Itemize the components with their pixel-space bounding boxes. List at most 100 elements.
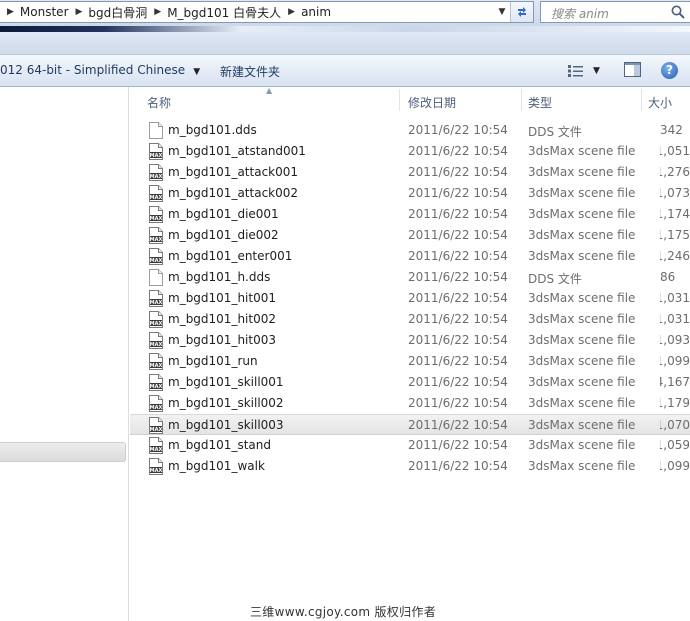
refresh-icon: [518, 7, 526, 17]
chevron-right-icon[interactable]: ▶: [288, 7, 295, 17]
glass-frame: [0, 32, 690, 54]
dds-file-icon: [149, 269, 163, 286]
nav-selected-item[interactable]: [0, 442, 126, 462]
file-type: 3dsMax scene file: [528, 207, 636, 221]
max-file-icon: MAX: [149, 206, 163, 223]
file-name: m_bgd101_stand: [168, 438, 271, 452]
svg-text:MAX: MAX: [150, 174, 163, 180]
breadcrumb-item[interactable]: M_bgd101 白骨夫人: [167, 4, 281, 21]
view-options-icon: [568, 65, 583, 77]
preview-pane-icon: [624, 62, 641, 77]
column-divider[interactable]: [641, 89, 642, 111]
file-row[interactable]: m_bgd101.dds 2011/6/22 10:54 DDS 文件 342: [130, 120, 690, 141]
file-name: m_bgd101.dds: [168, 123, 257, 137]
file-type: 3dsMax scene file: [528, 375, 636, 389]
file-size: 86: [660, 270, 676, 284]
file-row[interactable]: MAX m_bgd101_hit003 2011/6/22 10:54 3dsMax …: [130, 330, 690, 351]
refresh-button[interactable]: [510, 2, 533, 22]
svg-text:MAX: MAX: [150, 363, 163, 369]
file-date: 2011/6/22 10:54: [408, 123, 508, 137]
search-input[interactable]: 搜索 anim: [540, 1, 690, 23]
search-icon[interactable]: [670, 4, 686, 20]
file-name: m_bgd101_die001: [168, 207, 279, 221]
svg-text:MAX: MAX: [150, 447, 163, 453]
file-type: DDS 文件: [528, 272, 582, 286]
file-size: 4,167: [660, 375, 690, 389]
file-row[interactable]: m_bgd101_h.dds 2011/6/22 10:54 DDS 文件 86: [130, 267, 690, 288]
max-file-icon: MAX: [149, 332, 163, 349]
max-file-icon: MAX: [149, 185, 163, 202]
file-row[interactable]: MAX m_bgd101_skill002 2011/6/22 10:54 3dsMa…: [130, 393, 690, 414]
file-size: 1,174: [660, 207, 690, 221]
breadcrumb-item[interactable]: bgd白骨洞: [88, 4, 147, 21]
search-placeholder: 搜索 anim: [551, 7, 609, 21]
column-date[interactable]: 修改日期: [408, 94, 456, 111]
svg-text:MAX: MAX: [150, 468, 163, 474]
column-header: ▲ 名称 修改日期 类型 大小: [130, 86, 690, 112]
file-row[interactable]: MAX m_bgd101_run 2011/6/22 10:54 3dsMax sce…: [130, 351, 690, 372]
file-date: 2011/6/22 10:54: [408, 459, 508, 473]
file-row[interactable]: MAX m_bgd101_skill003 2011/6/22 10:54 3dsMa…: [130, 414, 690, 435]
max-file-icon: MAX: [149, 458, 163, 475]
file-row[interactable]: MAX m_bgd101_die002 2011/6/22 10:54 3dsMax …: [130, 225, 690, 246]
file-name: m_bgd101_walk: [168, 459, 265, 473]
file-name: m_bgd101_h.dds: [168, 270, 271, 284]
file-type: DDS 文件: [528, 125, 582, 139]
sort-up-icon: ▲: [266, 86, 273, 95]
max-file-icon: MAX: [149, 164, 163, 181]
navigation-pane[interactable]: [0, 87, 129, 621]
breadcrumb-item[interactable]: Monster: [20, 5, 69, 19]
file-name: m_bgd101_attack001: [168, 165, 299, 179]
chevron-right-icon[interactable]: ▶: [154, 7, 161, 17]
file-row[interactable]: MAX m_bgd101_attack002 2011/6/22 10:54 3dsM…: [130, 183, 690, 204]
breadcrumb-item[interactable]: anim: [301, 5, 331, 19]
file-row[interactable]: MAX m_bgd101_enter001 2011/6/22 10:54 3dsMa…: [130, 246, 690, 267]
address-bar: ▶ Monster ▶ bgd白骨洞 ▶ M_bgd101 白骨夫人 ▶ ani…: [0, 0, 690, 26]
column-divider[interactable]: [521, 89, 522, 111]
file-date: 2011/6/22 10:54: [408, 312, 508, 326]
file-row[interactable]: MAX m_bgd101_hit001 2011/6/22 10:54 3dsMax …: [130, 288, 690, 309]
file-date: 2011/6/22 10:54: [408, 291, 508, 305]
file-row[interactable]: MAX m_bgd101_hit002 2011/6/22 10:54 3dsMax …: [130, 309, 690, 330]
column-name[interactable]: 名称: [147, 94, 171, 111]
watermark: 三维www.cgjoy.com 版权归作者: [250, 605, 436, 619]
help-button[interactable]: ?: [661, 62, 678, 79]
file-date: 2011/6/22 10:54: [408, 418, 508, 432]
file-row[interactable]: MAX m_bgd101_atstand001 2011/6/22 10:54 3ds…: [130, 141, 690, 162]
file-name: m_bgd101_hit003: [168, 333, 276, 347]
file-row[interactable]: MAX m_bgd101_skill001 2011/6/22 10:54 3dsMa…: [130, 372, 690, 393]
chevron-right-icon[interactable]: ▶: [7, 7, 14, 17]
breadcrumb[interactable]: ▶ Monster ▶ bgd白骨洞 ▶ M_bgd101 白骨夫人 ▶ ani…: [0, 1, 534, 23]
file-date: 2011/6/22 10:54: [408, 249, 508, 263]
file-name: m_bgd101_die002: [168, 228, 279, 242]
file-date: 2011/6/22 10:54: [408, 207, 508, 221]
column-divider[interactable]: [399, 89, 400, 111]
file-type: 3dsMax scene file: [528, 333, 636, 347]
column-size[interactable]: 大小: [648, 94, 672, 111]
svg-text:MAX: MAX: [150, 321, 163, 327]
file-date: 2011/6/22 10:54: [408, 228, 508, 242]
file-type: 3dsMax scene file: [528, 228, 636, 242]
new-folder-button[interactable]: 新建文件夹: [220, 63, 280, 80]
change-view-button[interactable]: ▼: [568, 61, 608, 81]
column-type[interactable]: 类型: [528, 94, 552, 111]
file-row[interactable]: MAX m_bgd101_attack001 2011/6/22 10:54 3dsM…: [130, 162, 690, 183]
file-row[interactable]: MAX m_bgd101_stand 2011/6/22 10:54 3dsMax s…: [130, 435, 690, 456]
file-type: 3dsMax scene file: [528, 165, 636, 179]
library-menu[interactable]: 012 64-bit - Simplified Chinese ▼: [0, 63, 200, 77]
preview-pane-button[interactable]: [624, 62, 641, 80]
file-size: 342: [660, 123, 683, 137]
chevron-down-icon[interactable]: ▼: [495, 2, 509, 22]
file-row[interactable]: MAX m_bgd101_die001 2011/6/22 10:54 3dsMax …: [130, 204, 690, 225]
svg-text:MAX: MAX: [150, 405, 163, 411]
file-date: 2011/6/22 10:54: [408, 270, 508, 284]
chevron-right-icon[interactable]: ▶: [76, 7, 83, 17]
file-size: 1,073: [660, 186, 690, 200]
file-row[interactable]: MAX m_bgd101_walk 2011/6/22 10:54 3dsMax sc…: [130, 456, 690, 477]
file-type: 3dsMax scene file: [528, 249, 636, 263]
file-name: m_bgd101_hit002: [168, 312, 276, 326]
max-file-icon: MAX: [149, 290, 163, 307]
file-size: 1,031: [660, 291, 690, 305]
file-date: 2011/6/22 10:54: [408, 333, 508, 347]
file-size: 1,059: [660, 438, 690, 452]
